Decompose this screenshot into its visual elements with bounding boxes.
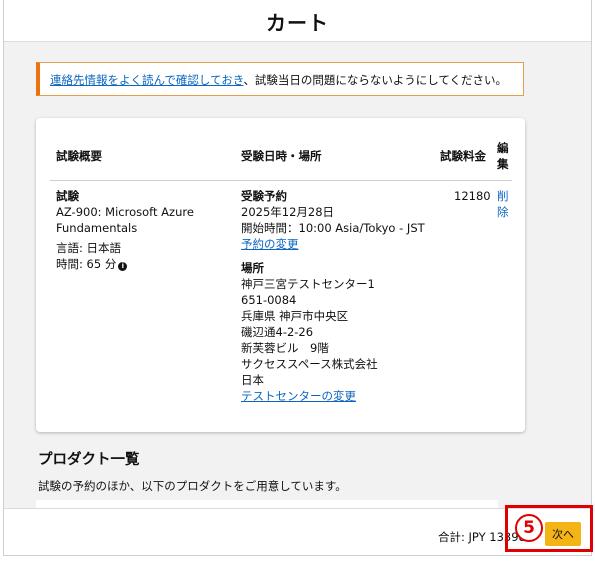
page-header: カート bbox=[4, 0, 591, 42]
col-edit-header: 編 集 bbox=[497, 140, 509, 172]
location-line: 651-0084 bbox=[241, 293, 297, 307]
change-test-center-link[interactable]: テストセンターの変更 bbox=[241, 389, 356, 403]
cart-footer: 合計: JPY 13398 bbox=[4, 508, 591, 555]
exam-label: 試験 bbox=[56, 189, 79, 203]
col-datetime-place-header: 受験日時・場所 bbox=[241, 149, 322, 163]
products-title: プロダクト一覧 bbox=[38, 452, 140, 468]
col-edit-header-line2: 集 bbox=[497, 157, 509, 171]
delete-link-line2: 除 bbox=[497, 205, 509, 219]
exam-summary-cell: 試験 AZ-900: Microsoft Azure Fundamentals … bbox=[56, 188, 231, 272]
info-icon[interactable]: i bbox=[118, 262, 128, 271]
location-line: 神戸三宮テストセンター1 bbox=[241, 277, 375, 291]
datetime-place-cell: 受験予約 2025年12月28日 開始時間：10:00 Asia/Tokyo -… bbox=[241, 188, 441, 404]
appointment-date: 2025年12月28日 bbox=[241, 205, 335, 219]
products-description: 試験の予約のほか、以下のプロダクトをご用意しています。 bbox=[38, 479, 347, 493]
page-title: カート bbox=[266, 11, 329, 35]
notice-text: 、試験当日の問題にならないようにしてください。 bbox=[243, 73, 508, 87]
appointment-label: 受験予約 bbox=[241, 189, 287, 203]
cart-table-card: 試験概要 受験日時・場所 試験料金 編 集 試験 AZ-900: Microso… bbox=[36, 118, 525, 432]
exam-duration: 時間: 65 分 bbox=[56, 257, 117, 271]
delete-link[interactable]: 削 除 bbox=[497, 188, 509, 220]
location-line: サクセススペース株式会社 bbox=[241, 357, 378, 371]
exam-name-line2: Fundamentals bbox=[56, 221, 138, 235]
exam-duration-row: 時間: 65 分i bbox=[56, 256, 231, 272]
location-line: 兵庫県 神戸市中央区 bbox=[241, 309, 349, 323]
exam-fee: 12180 bbox=[454, 189, 491, 203]
appointment-start: 開始時間：10:00 Asia/Tokyo - JST bbox=[241, 221, 425, 235]
cart-page: カート 連絡先情報をよく読んで確認しておき、試験当日の問題にならないようにしてく… bbox=[3, 0, 592, 556]
col-fee-header: 試験料金 bbox=[440, 149, 486, 163]
col-summary-header: 試験概要 bbox=[56, 149, 102, 163]
contact-info-link[interactable]: 連絡先情報をよく読んで確認しておき bbox=[50, 73, 243, 87]
location-line: 磯辺通4-2-26 bbox=[241, 325, 314, 339]
col-edit-header-line1: 編 bbox=[497, 141, 509, 155]
location-label: 場所 bbox=[241, 261, 264, 275]
location-line: 日本 bbox=[241, 373, 264, 387]
change-appointment-link[interactable]: 予約の変更 bbox=[241, 237, 299, 251]
exam-language: 言語: 日本語 bbox=[56, 241, 122, 255]
location-line: 新芙蓉ビル 9階 bbox=[241, 341, 329, 355]
delete-link-line1: 削 bbox=[497, 189, 509, 203]
contact-info-notice: 連絡先情報をよく読んで確認しておき、試験当日の問題にならないようにしてください。 bbox=[36, 62, 524, 96]
highlight-box bbox=[505, 505, 593, 552]
header-divider bbox=[50, 180, 512, 181]
exam-name-line1: AZ-900: Microsoft Azure bbox=[56, 205, 194, 219]
